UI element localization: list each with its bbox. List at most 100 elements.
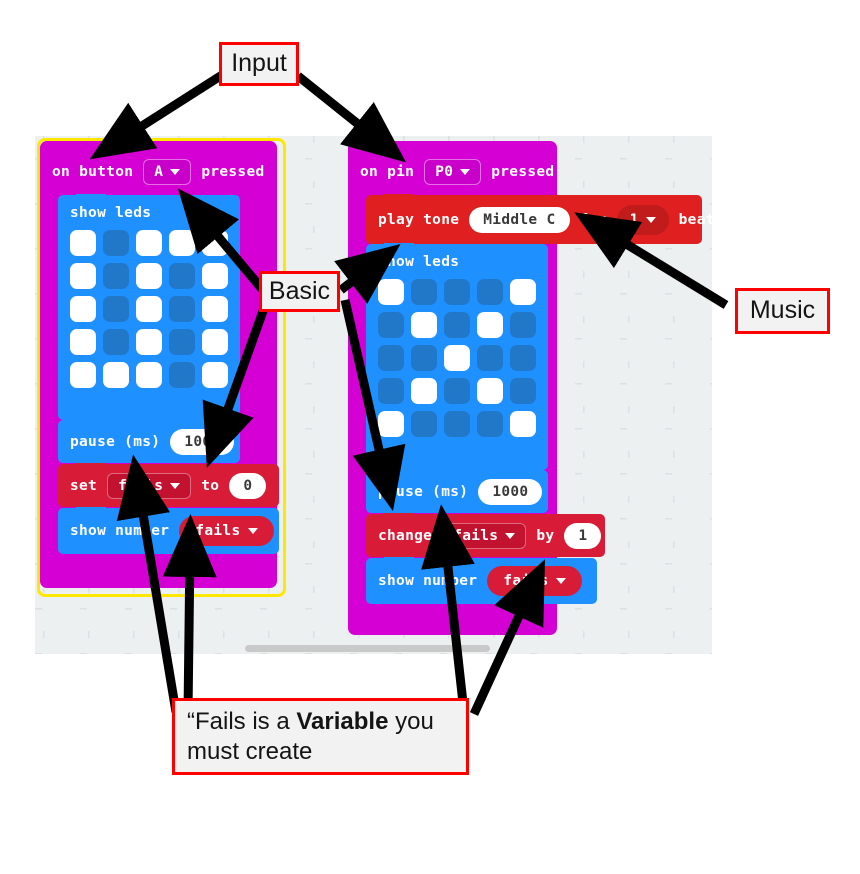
led-cell-r5c4[interactable] (477, 411, 503, 437)
led-cell-r3c3[interactable] (136, 296, 162, 322)
led-cell-r1c3[interactable] (136, 230, 162, 256)
variable-reporter-name: fails (195, 523, 241, 539)
led-cell-r3c1[interactable] (378, 345, 404, 371)
block-notch (76, 507, 106, 514)
led-cell-r4c4[interactable] (169, 329, 195, 355)
led-cell-r1c1[interactable] (378, 279, 404, 305)
led-cell-r2c1[interactable] (378, 312, 404, 338)
play-tone-note[interactable]: Middle C (469, 206, 570, 233)
variable-reporter-fails-left[interactable]: fails (179, 516, 275, 546)
block-notch (76, 463, 106, 470)
arrow-input-left (89, 71, 225, 160)
variable-reporter-fails-right[interactable]: fails (487, 566, 583, 596)
chevron-down-icon (460, 169, 471, 175)
led-matrix-left[interactable] (70, 230, 228, 388)
led-cell-r3c4[interactable] (169, 296, 195, 322)
arrow-input-right (295, 72, 407, 163)
block-notch (384, 243, 414, 250)
beat-label: beat (678, 211, 715, 228)
led-cell-r4c4[interactable] (477, 378, 503, 404)
led-matrix-right[interactable] (378, 279, 536, 437)
show-number-block-left[interactable]: show number fails (58, 507, 279, 554)
led-cell-r3c2[interactable] (411, 345, 437, 371)
led-cell-r1c4[interactable] (169, 230, 195, 256)
led-cell-r3c5[interactable] (202, 296, 228, 322)
led-cell-r2c1[interactable] (70, 263, 96, 289)
led-cell-r4c1[interactable] (70, 329, 96, 355)
pause-block-right[interactable]: pause (ms) 1000 (366, 469, 548, 513)
led-cell-r2c2[interactable] (103, 263, 129, 289)
led-cell-r4c5[interactable] (510, 378, 536, 404)
led-cell-r5c2[interactable] (411, 411, 437, 437)
led-cell-r1c2[interactable] (103, 230, 129, 256)
led-cell-r5c4[interactable] (169, 362, 195, 388)
led-cell-r5c1[interactable] (70, 362, 96, 388)
led-cell-r5c5[interactable] (202, 362, 228, 388)
led-cell-r4c2[interactable] (411, 378, 437, 404)
set-variable-dropdown[interactable]: fails (107, 472, 192, 499)
led-cell-r2c2[interactable] (411, 312, 437, 338)
pin-pressed-text: pressed (491, 164, 555, 180)
led-cell-r1c4[interactable] (477, 279, 503, 305)
led-cell-r5c3[interactable] (136, 362, 162, 388)
led-cell-r3c2[interactable] (103, 296, 129, 322)
show-leds-block-left[interactable]: show leds (58, 194, 240, 420)
on-pin-pressed-header[interactable]: on pin P0 pressed (360, 153, 554, 191)
led-cell-r2c5[interactable] (202, 263, 228, 289)
callout-variable-note: “Fails is a Variable you must create (172, 698, 469, 775)
beats-value: 1 (629, 211, 639, 228)
pause-block-left[interactable]: pause (ms) 1000 (58, 419, 240, 463)
pause-value-left[interactable]: 1000 (170, 428, 235, 455)
led-cell-r1c2[interactable] (411, 279, 437, 305)
led-cell-r5c1[interactable] (378, 411, 404, 437)
led-cell-r1c5[interactable] (510, 279, 536, 305)
horizontal-scrollbar[interactable] (245, 645, 490, 652)
show-leds-label-right: show leds (378, 254, 460, 270)
callout-input-label: Input (231, 49, 287, 78)
change-variable-dropdown[interactable]: fails (442, 522, 527, 549)
on-button-text: on button (52, 164, 134, 180)
set-variable-value[interactable]: 0 (229, 472, 267, 499)
led-cell-r2c3[interactable] (444, 312, 470, 338)
block-notch (76, 194, 106, 201)
on-button-pressed-header[interactable]: on button A pressed (52, 153, 265, 191)
chevron-down-icon (170, 169, 181, 175)
show-leds-label: show leds (70, 205, 152, 221)
show-number-block-right[interactable]: show number fails (366, 557, 597, 604)
led-cell-r4c5[interactable] (202, 329, 228, 355)
change-variable-value[interactable]: 1 (564, 522, 602, 549)
led-cell-r5c3[interactable] (444, 411, 470, 437)
pin-dropdown[interactable]: P0 (424, 159, 482, 185)
pause-value-right[interactable]: 1000 (478, 478, 543, 505)
play-tone-block[interactable]: play tone Middle C for 1 beat (366, 194, 714, 244)
led-cell-r4c3[interactable] (136, 329, 162, 355)
led-cell-r2c4[interactable] (169, 263, 195, 289)
led-cell-r5c5[interactable] (510, 411, 536, 437)
callout-input: Input (219, 42, 299, 86)
button-dropdown[interactable]: A (143, 159, 192, 185)
led-cell-r1c5[interactable] (202, 230, 228, 256)
led-cell-r2c5[interactable] (510, 312, 536, 338)
led-cell-r2c4[interactable] (477, 312, 503, 338)
led-cell-r4c3[interactable] (444, 378, 470, 404)
callout-music: Music (735, 288, 830, 334)
led-cell-r3c1[interactable] (70, 296, 96, 322)
change-variable-block[interactable]: change fails by 1 (366, 513, 605, 557)
set-variable-block[interactable]: set fails to 0 (58, 463, 279, 507)
beats-dropdown[interactable]: 1 (616, 204, 669, 235)
pressed-text: pressed (201, 164, 265, 180)
led-cell-r3c5[interactable] (510, 345, 536, 371)
block-notch (384, 557, 414, 564)
led-cell-r1c3[interactable] (444, 279, 470, 305)
led-cell-r3c4[interactable] (477, 345, 503, 371)
chevron-down-icon (248, 528, 259, 534)
on-pin-text: on pin (360, 164, 415, 180)
led-cell-r4c1[interactable] (378, 378, 404, 404)
led-cell-r5c2[interactable] (103, 362, 129, 388)
led-cell-r3c3[interactable] (444, 345, 470, 371)
led-cell-r4c2[interactable] (103, 329, 129, 355)
show-leds-block-right[interactable]: show leds (366, 243, 548, 470)
set-variable-name: fails (118, 477, 164, 494)
led-cell-r2c3[interactable] (136, 263, 162, 289)
led-cell-r1c1[interactable] (70, 230, 96, 256)
